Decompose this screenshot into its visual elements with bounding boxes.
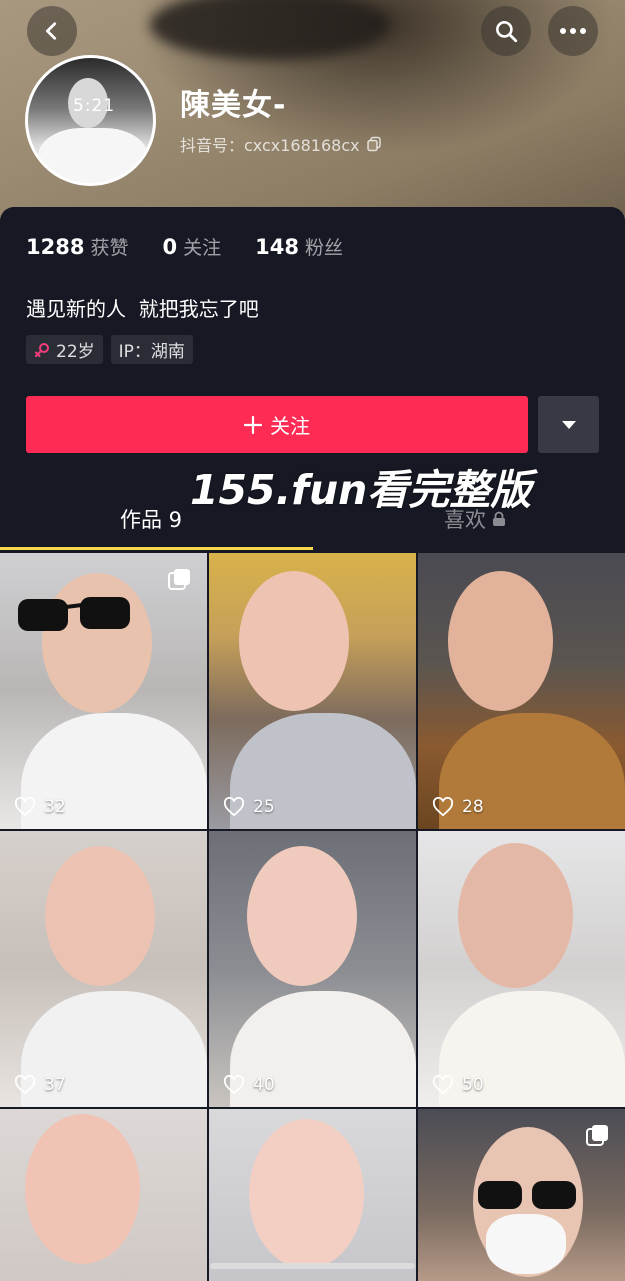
video-thumbnail[interactable]: 50	[418, 831, 625, 1107]
video-thumbnail[interactable]	[209, 1109, 416, 1281]
tab-active-indicator	[0, 547, 313, 550]
heart-icon	[223, 1075, 245, 1095]
stat-label: 获赞	[90, 237, 129, 259]
profile-tags: 22岁 IP：湖南	[26, 335, 193, 364]
tab-likes-label: 喜欢	[444, 508, 486, 532]
heart-icon	[14, 1075, 36, 1095]
avatar-photo-shirt	[38, 128, 148, 183]
video-thumbnail[interactable]: 28	[418, 553, 625, 829]
like-count-text: 40	[253, 1075, 275, 1095]
thumbnail-face	[25, 1114, 140, 1264]
video-grid: 32 25 28 37 40 50	[0, 553, 625, 1281]
lock-icon	[493, 511, 505, 526]
multi-image-icon	[586, 1125, 608, 1146]
age-text: 22岁	[56, 342, 95, 362]
sunglasses-shape	[478, 1181, 576, 1209]
more-icon	[560, 28, 586, 34]
sunglasses-shape	[18, 597, 130, 631]
stat-label: 关注	[183, 237, 222, 259]
video-like-count: 40	[223, 1075, 275, 1095]
caret-down-icon	[561, 420, 576, 429]
like-count-text: 32	[44, 797, 66, 817]
chevron-left-icon	[46, 22, 57, 40]
stat-likes-received[interactable]: 1288 获赞	[26, 233, 128, 260]
thumbnail-face	[247, 846, 357, 986]
ip-text: IP：湖南	[118, 342, 185, 362]
home-indicator-bar[interactable]	[210, 1263, 415, 1269]
username: 陳美女-	[180, 88, 287, 123]
video-thumbnail[interactable]: 25	[209, 553, 416, 829]
heart-icon	[223, 797, 245, 817]
tab-likes[interactable]: 喜欢	[444, 504, 506, 534]
copy-icon[interactable]	[366, 136, 382, 152]
age-tag: 22岁	[26, 335, 103, 364]
stat-number: 1288	[26, 235, 85, 259]
stat-followers[interactable]: 148 粉丝	[255, 233, 343, 260]
video-like-count: 25	[223, 797, 275, 817]
heart-icon	[432, 797, 454, 817]
back-button[interactable]	[27, 6, 77, 56]
like-count-text: 28	[462, 797, 484, 817]
like-count-text: 50	[462, 1075, 484, 1095]
video-like-count: 50	[432, 1075, 484, 1095]
recommend-dropdown-button[interactable]	[538, 396, 599, 453]
heart-icon	[14, 797, 36, 817]
avatar[interactable]: 5:21	[25, 55, 156, 186]
video-thumbnail[interactable]: 40	[209, 831, 416, 1107]
stat-following[interactable]: 0 关注	[162, 233, 221, 260]
search-button[interactable]	[481, 6, 531, 56]
follow-label: 关注	[270, 414, 310, 438]
thumbnail-face	[42, 573, 152, 713]
avatar-time-text: 5:21	[73, 96, 116, 116]
thumbnail-face	[239, 571, 349, 711]
tab-works[interactable]: 作品 9	[120, 504, 182, 534]
multi-image-icon	[168, 569, 190, 590]
video-like-count: 32	[14, 797, 66, 817]
douyin-id-text: 抖音号：cxcx168168cx	[180, 136, 360, 155]
thumbnail-face	[458, 843, 573, 988]
video-like-count: 37	[14, 1075, 66, 1095]
profile-stats: 1288 获赞 0 关注 148 粉丝	[26, 233, 343, 260]
follow-button[interactable]: 关注	[26, 396, 528, 453]
video-thumbnail[interactable]: 37	[0, 831, 207, 1107]
video-thumbnail[interactable]: 32	[0, 553, 207, 829]
more-options-button[interactable]	[548, 6, 598, 56]
thumbnail-face	[448, 571, 553, 711]
profile-bio: 遇见新的人 就把我忘了吧	[26, 297, 259, 321]
video-thumbnail[interactable]	[0, 1109, 207, 1281]
thumbnail-face	[45, 846, 155, 986]
stat-number: 148	[255, 235, 299, 259]
search-icon	[496, 21, 518, 43]
like-count-text: 37	[44, 1075, 66, 1095]
video-like-count: 28	[432, 797, 484, 817]
ip-tag: IP：湖南	[110, 335, 193, 364]
thumbnail-face	[249, 1119, 364, 1269]
stat-label: 粉丝	[304, 237, 343, 259]
header-photo-decoration	[150, 0, 390, 60]
face-mask-shape	[486, 1214, 566, 1274]
female-icon	[35, 342, 49, 357]
douyin-id: 抖音号：cxcx168168cx	[180, 132, 382, 156]
heart-icon	[432, 1075, 454, 1095]
video-thumbnail[interactable]	[418, 1109, 625, 1281]
like-count-text: 25	[253, 797, 275, 817]
stat-number: 0	[162, 235, 178, 259]
plus-icon	[244, 415, 262, 434]
